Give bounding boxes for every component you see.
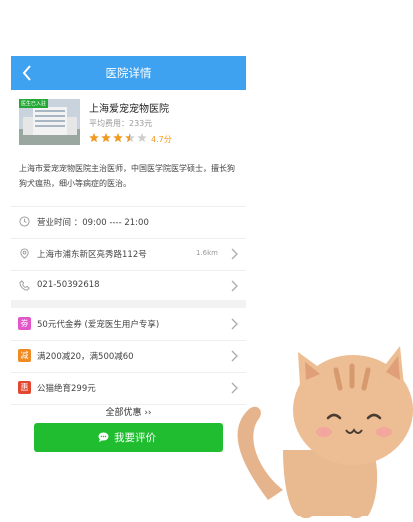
chevron-right-icon	[231, 318, 238, 330]
hospital-photo: 医生已入驻	[19, 99, 80, 145]
star-filled-icon	[113, 133, 123, 143]
opening-hours-row: 营业时间 ：09:00 ---- 21:00	[11, 206, 246, 239]
phone-row[interactable]: 021-50392618	[11, 270, 246, 303]
star-empty-icon	[137, 133, 147, 143]
chevron-right-icon	[231, 248, 238, 260]
star-filled-icon	[101, 133, 111, 143]
hospital-name: 上海爱宠宠物医院	[89, 104, 169, 115]
offer-row-discount[interactable]: 减 满200减20，满500减60	[11, 340, 246, 373]
phone-icon	[19, 280, 30, 291]
offer-text: 满200减20，满500减60	[37, 352, 134, 362]
deal-tag-icon: 惠	[18, 381, 31, 394]
offer-row-voucher[interactable]: 劵 50元代金券 (爱宠医生用户专享)	[11, 308, 246, 341]
doctor-badge: 医生已入驻	[19, 99, 49, 108]
hospital-description: 上海市爱宠宠物医院主治医师，中国医学院医学硕士，擅长狗狗犬瘟热，细小等病症的医治…	[19, 164, 235, 188]
chat-bubble-icon	[98, 432, 109, 442]
voucher-tag-icon: 劵	[18, 317, 31, 330]
phone-screen: 医院详情 医生已入驻 上海爱宠宠物医院 平均费用：233元 4.7分 上海市爱宠…	[11, 56, 246, 418]
rating-score: 4.7分	[151, 135, 172, 144]
average-cost: 平均费用：233元	[89, 119, 153, 128]
star-filled-icon	[89, 133, 99, 143]
clock-icon	[19, 216, 30, 227]
page-title: 医院详情	[105, 66, 152, 80]
chevron-right-icon	[231, 280, 238, 292]
distance-text: 1.6km	[195, 249, 218, 257]
address-text: 上海市浦东新区亮秀路112号	[37, 250, 147, 260]
header-bar: 医院详情	[11, 56, 246, 90]
offer-row-deal[interactable]: 惠 公猫绝育299元	[11, 372, 246, 405]
section-divider	[11, 300, 246, 308]
rating-stars	[89, 133, 147, 143]
phone-number: 021-50392618	[37, 280, 100, 290]
address-row[interactable]: 上海市浦东新区亮秀路112号 1.6km	[11, 238, 246, 271]
all-offers-link[interactable]: 全部优惠 ››	[11, 405, 246, 418]
write-review-button[interactable]: 我要评价	[34, 423, 223, 452]
opening-hours: 营业时间 ：09:00 ---- 21:00	[37, 218, 149, 228]
hospital-card: 医生已入驻 上海爱宠宠物医院 平均费用：233元 4.7分 上海市爱宠宠物医院主…	[11, 90, 246, 207]
offer-text: 50元代金券 (爱宠医生用户专享)	[37, 320, 160, 330]
discount-tag-icon: 减	[18, 349, 31, 362]
cat-mascot-illustration	[237, 346, 413, 518]
write-review-label: 我要评价	[114, 432, 156, 444]
offer-text: 公猫绝育299元	[37, 384, 96, 394]
location-pin-icon	[20, 248, 29, 259]
